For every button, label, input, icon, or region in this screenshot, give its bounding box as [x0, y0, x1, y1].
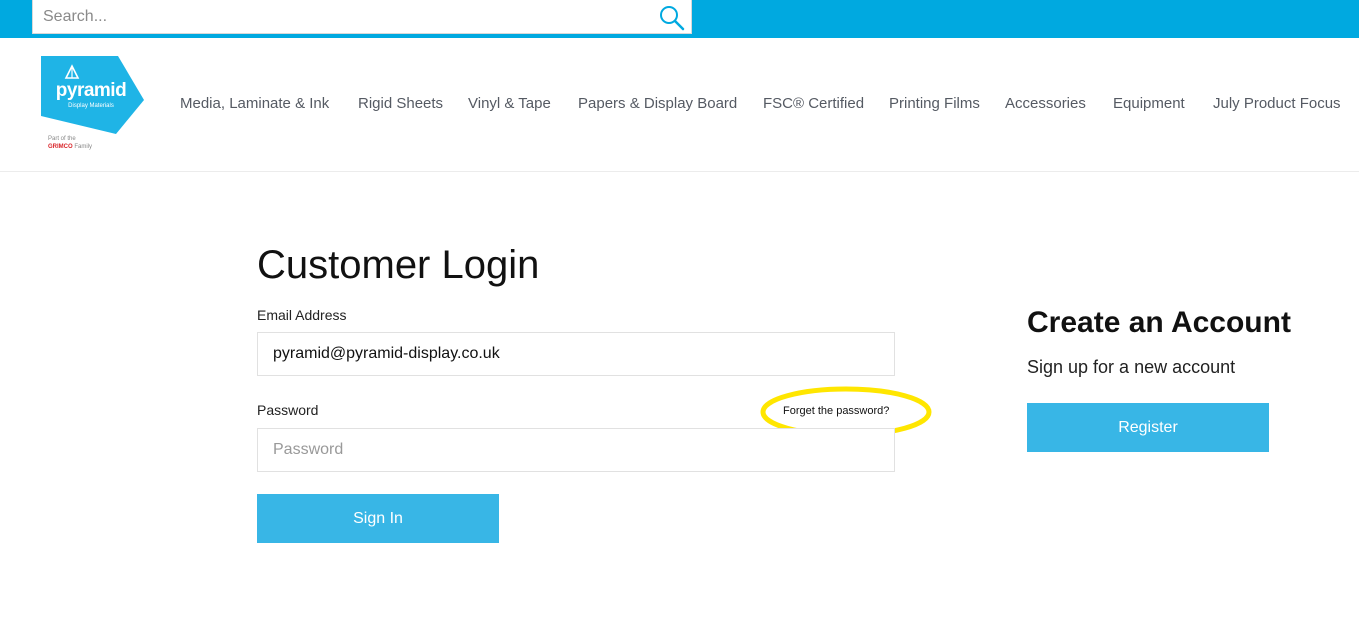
- search-input[interactable]: [43, 4, 643, 30]
- nav-item-equipment[interactable]: Equipment: [1113, 95, 1185, 112]
- logo-family: GRIMCO Family: [48, 143, 92, 151]
- nav-item-rigid-sheets[interactable]: Rigid Sheets: [358, 95, 443, 112]
- logo-part-of: Part of the: [48, 136, 76, 142]
- page-title: Customer Login: [257, 243, 540, 287]
- nav-item-printing-films[interactable]: Printing Films: [889, 95, 980, 112]
- create-account-title: Create an Account: [1027, 306, 1291, 339]
- nav-item-papers-display-board[interactable]: Papers & Display Board: [578, 95, 737, 112]
- search-icon[interactable]: [657, 3, 687, 31]
- top-bar: [0, 0, 1359, 38]
- sign-in-button[interactable]: Sign In: [257, 494, 499, 543]
- nav-item-vinyl-tape[interactable]: Vinyl & Tape: [468, 95, 551, 112]
- main-nav: Media, Laminate & Ink Rigid Sheets Vinyl…: [0, 95, 1359, 117]
- nav-item-fsc-certified[interactable]: FSC® Certified: [763, 95, 864, 112]
- email-label: Email Address: [257, 307, 347, 323]
- forgot-password-link[interactable]: Forget the password?: [783, 405, 889, 417]
- logo-family-word: Family: [74, 144, 93, 150]
- site-header: pyramid Display Materials Part of the GR…: [0, 38, 1359, 172]
- nav-item-accessories[interactable]: Accessories: [1005, 95, 1086, 112]
- register-button[interactable]: Register: [1027, 403, 1269, 452]
- grimco-logo-text: GRIMCO: [48, 144, 73, 150]
- nav-item-july-product-focus[interactable]: July Product Focus: [1213, 95, 1341, 112]
- password-label: Password: [257, 402, 319, 418]
- email-field[interactable]: [257, 332, 895, 376]
- nav-item-media-laminate-ink[interactable]: Media, Laminate & Ink: [180, 95, 329, 112]
- password-field[interactable]: [257, 428, 895, 472]
- search-box: [32, 0, 692, 34]
- create-account-subtitle: Sign up for a new account: [1027, 357, 1236, 377]
